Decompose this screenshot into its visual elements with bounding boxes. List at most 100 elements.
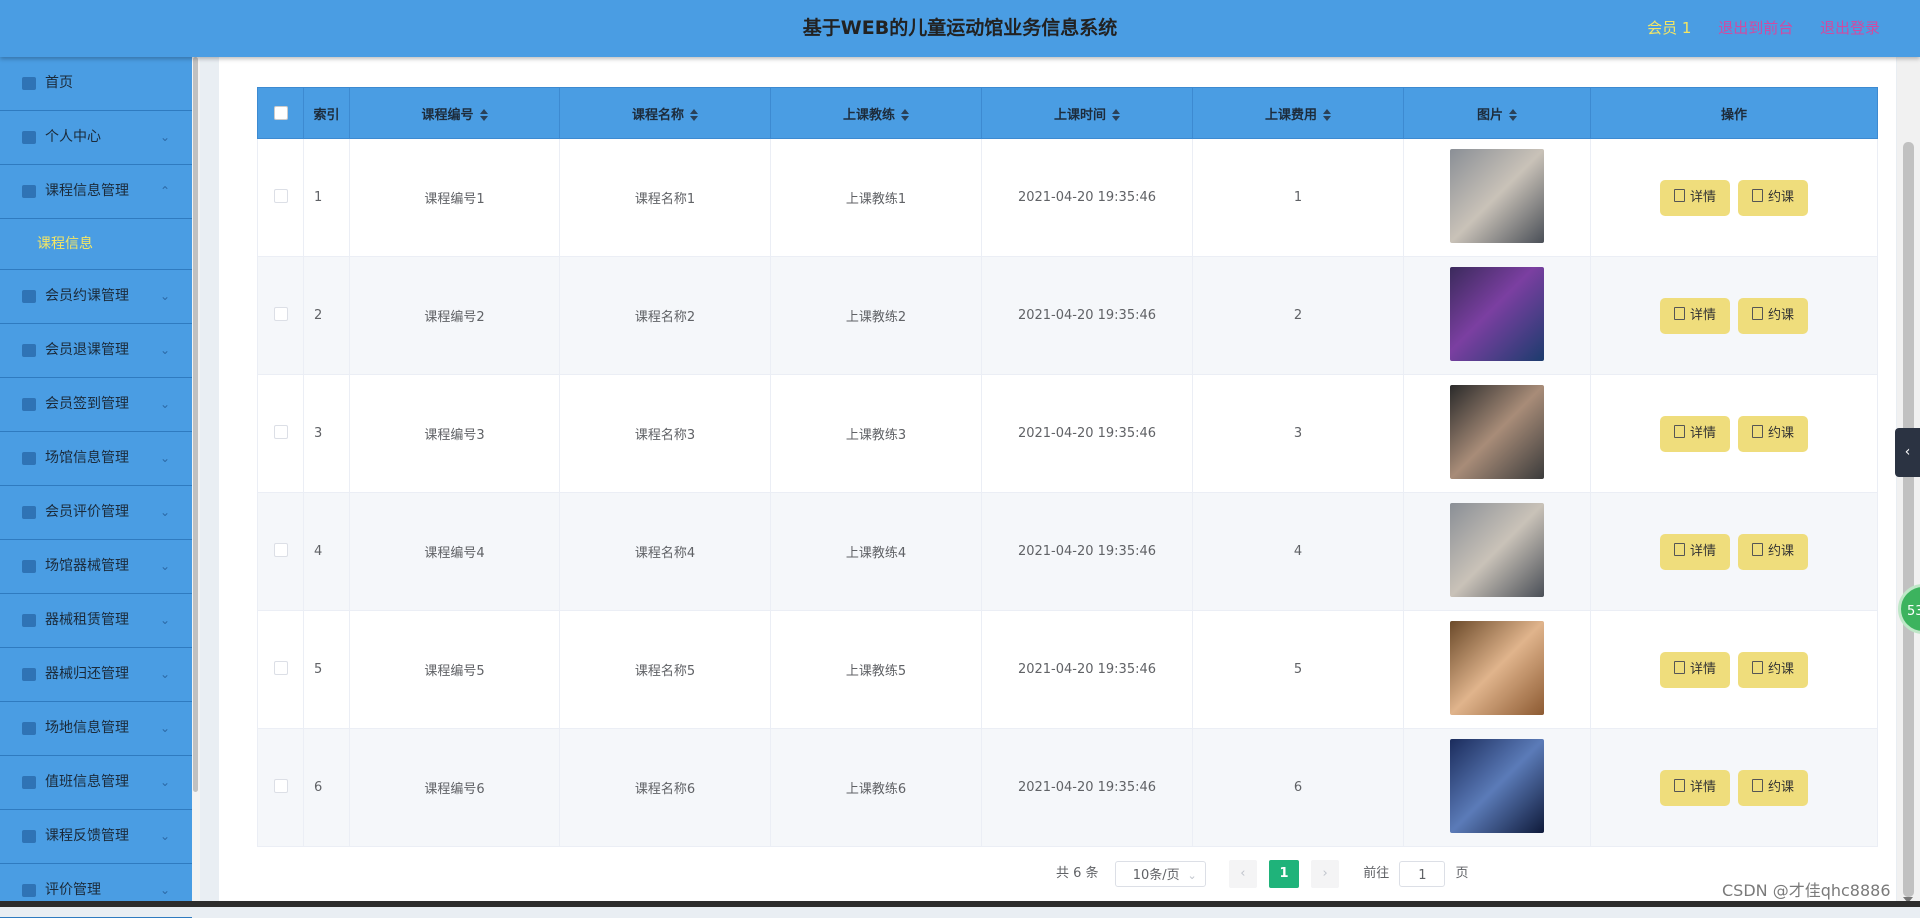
cell-image [1403,610,1591,729]
cell-index: 5 [303,610,350,729]
sidebar-item[interactable]: 场地信息管理 ⌄ [0,702,192,756]
header-course-code-label: 课程编号 [421,107,474,123]
course-thumbnail[interactable] [1450,384,1544,479]
chevron-down-icon: ⌄ [159,775,170,789]
header-course-name[interactable]: 课程名称 [559,87,771,139]
header-fee-label: 上课费用 [1264,107,1317,123]
row-checkbox[interactable] [273,778,288,793]
course-thumbnail[interactable] [1450,620,1544,715]
cell-image [1403,256,1591,375]
document-icon [1751,660,1763,674]
select-all-checkbox[interactable] [273,106,288,120]
cell-actions: 详情 约课 [1590,374,1878,493]
back-to-front-link[interactable]: 退出到前台 [1718,19,1793,37]
header-coach[interactable]: 上课教练 [770,87,982,139]
sidebar-subitem-course-info[interactable]: 课程信息 [0,219,192,270]
book-button[interactable]: 约课 [1738,769,1808,806]
header-course-code[interactable]: 课程编号 [349,87,560,139]
chevron-down-icon: ⌄ [159,829,170,843]
detail-button[interactable]: 详情 [1660,179,1730,216]
header-fee[interactable]: 上课费用 [1192,87,1404,139]
page-scrollbar[interactable] [1897,57,1920,907]
sidebar-item-label: 场地信息管理 [45,720,129,736]
cell-image [1403,374,1591,493]
detail-button[interactable]: 详情 [1660,769,1730,806]
sidebar-item[interactable]: 会员退课管理 ⌄ [0,324,192,378]
sidebar-item[interactable]: 场馆信息管理 ⌄ [0,432,192,486]
header-image[interactable]: 图片 [1403,87,1591,139]
sort-icon[interactable] [479,109,488,121]
chevron-down-icon: ⌄ [159,451,170,465]
sidebar-scrollbar-thumb[interactable] [193,57,198,792]
chevron-down-icon: ⌄ [159,505,170,519]
document-icon [1751,188,1763,202]
sidebar-item[interactable]: 器械归还管理 ⌄ [0,648,192,702]
sidebar-item[interactable]: 个人中心 ⌄ [0,111,192,165]
sidebar-item-label: 会员约课管理 [45,288,129,304]
course-thumbnail[interactable] [1450,738,1544,833]
row-checkbox[interactable] [273,542,288,557]
book-button[interactable]: 约课 [1738,415,1808,452]
detail-button[interactable]: 详情 [1660,297,1730,334]
row-select-cell [257,610,304,729]
sort-icon[interactable] [901,109,909,121]
sidebar-item[interactable]: 值班信息管理 ⌄ [0,756,192,810]
logout-link[interactable]: 退出登录 [1820,19,1880,37]
return-icon [22,668,36,681]
cell-coach: 上课教练1 [770,138,982,257]
sidebar-item[interactable]: 会员签到管理 ⌄ [0,378,192,432]
sidebar-scrollbar[interactable] [192,57,200,907]
prev-page-button[interactable]: ‹ [1228,860,1257,888]
sidebar-item[interactable]: 场馆器械管理 ⌄ [0,540,192,594]
course-thumbnail[interactable] [1450,266,1544,361]
sort-icon[interactable] [690,109,698,121]
row-checkbox[interactable] [273,424,288,439]
sidebar-item[interactable]: 课程反馈管理 ⌄ [0,810,192,864]
course-thumbnail[interactable] [1450,502,1544,597]
sidebar-item[interactable]: 评价管理 ⌄ [0,864,192,918]
cell-time: 2021-04-20 19:35:46 [981,728,1193,847]
course-icon [22,185,36,198]
top-bar: 基于WEB的儿童运动馆业务信息系统 会员 1 退出到前台 退出登录 [0,0,1920,57]
detail-button-label: 详情 [1689,779,1716,795]
sort-icon[interactable] [1112,109,1120,121]
book-button[interactable]: 约课 [1738,297,1808,334]
cell-time: 2021-04-20 19:35:46 [981,374,1193,493]
sidebar-item[interactable]: 器械租赁管理 ⌄ [0,594,192,648]
cell-image [1403,138,1591,257]
book-button-label: 约课 [1767,779,1794,795]
row-checkbox[interactable] [273,188,288,203]
table-row: 4 课程编号4 课程名称4 上课教练4 2021-04-20 19:35:46 4 详情 约课 [257,492,1878,611]
cell-actions: 详情 约课 [1590,492,1878,611]
document-icon [1673,660,1685,674]
row-checkbox[interactable] [273,660,288,675]
cell-course-name: 课程名称6 [559,728,771,847]
row-select-cell [257,138,304,257]
page-size-select[interactable]: 10条/页 ⌄ [1114,861,1206,887]
detail-button[interactable]: 详情 [1660,533,1730,570]
sidebar-item[interactable]: 会员约课管理 ⌄ [0,270,192,324]
row-checkbox[interactable] [273,306,288,321]
sidebar-item[interactable]: 课程信息管理 ⌃ [0,165,192,219]
next-page-button[interactable]: › [1311,860,1340,888]
detail-button[interactable]: 详情 [1660,415,1730,452]
sort-icon[interactable] [1509,109,1517,121]
course-thumbnail[interactable] [1450,148,1544,243]
detail-button[interactable]: 详情 [1660,651,1730,688]
collapse-panel-tab[interactable]: ‹ [1895,428,1920,477]
sidebar-item[interactable]: 会员评价管理 ⌄ [0,486,192,540]
book-button[interactable]: 约课 [1738,651,1808,688]
flag-icon [22,344,36,357]
page-scrollbar-thumb[interactable] [1903,142,1914,897]
book-button-label: 约课 [1767,543,1794,559]
cell-fee: 1 [1192,138,1404,257]
page-number-current[interactable]: 1 [1268,860,1299,888]
book-button[interactable]: 约课 [1738,179,1808,216]
sidebar-item-label: 值班信息管理 [45,774,129,790]
header-image-label: 图片 [1476,107,1503,123]
book-button[interactable]: 约课 [1738,533,1808,570]
sidebar-item[interactable]: 首页 [0,57,192,111]
sort-icon[interactable] [1323,109,1331,121]
goto-page-input[interactable]: 1 [1399,861,1446,887]
header-time[interactable]: 上课时间 [981,87,1193,139]
